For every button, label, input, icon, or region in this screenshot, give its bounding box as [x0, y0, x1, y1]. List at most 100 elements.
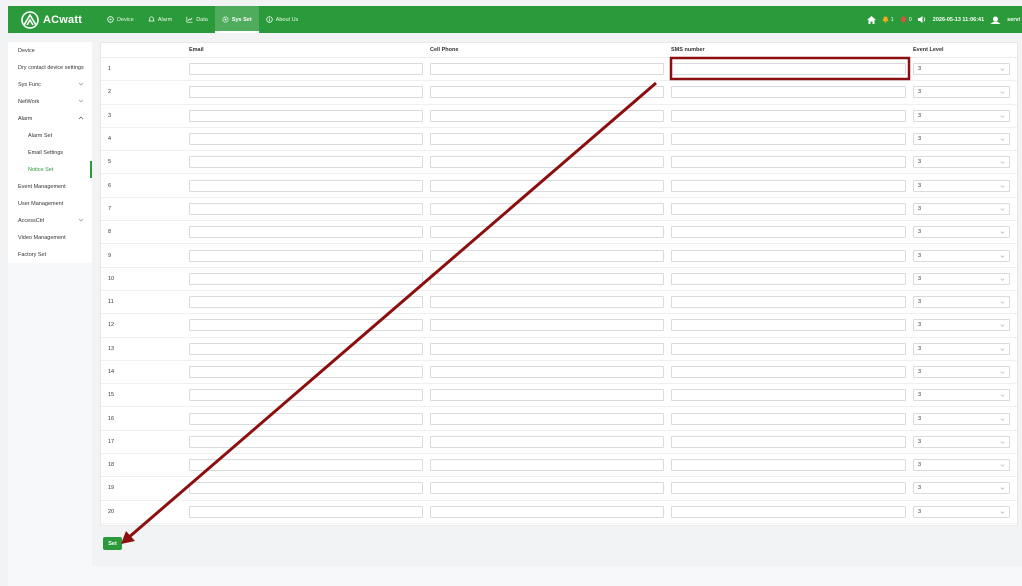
email-input[interactable]: [189, 459, 423, 472]
sms-number-input[interactable]: [671, 156, 906, 169]
sidebar-item-notice-set[interactable]: Notice Set: [8, 161, 92, 178]
cell-phone-input[interactable]: [430, 342, 664, 355]
event-level-select[interactable]: 3: [913, 226, 1010, 239]
event-level-select[interactable]: 3: [913, 459, 1010, 472]
sms-number-input[interactable]: [671, 86, 906, 99]
header-user-name[interactable]: servi: [1007, 17, 1020, 23]
event-level-select[interactable]: 3: [913, 156, 1010, 169]
sms-number-input[interactable]: [671, 366, 906, 378]
cell-phone-input[interactable]: [430, 249, 664, 262]
sms-number-input[interactable]: [671, 202, 906, 215]
cell-phone-input[interactable]: [430, 179, 664, 192]
sms-number-input[interactable]: [671, 342, 906, 355]
email-input[interactable]: [189, 435, 423, 448]
email-input[interactable]: [189, 63, 423, 76]
email-input[interactable]: [189, 342, 423, 355]
sms-number-input[interactable]: [671, 389, 906, 402]
sidebar-item-event-management[interactable]: Event Management: [8, 178, 92, 195]
sms-number-input[interactable]: [671, 296, 906, 309]
nav-data[interactable]: Data: [179, 6, 215, 33]
sidebar-item-alarm-set[interactable]: Alarm Set: [8, 127, 92, 144]
set-button[interactable]: Set: [103, 537, 122, 550]
sidebar-item-network[interactable]: NetWork: [8, 93, 92, 110]
sidebar-item-email-settings[interactable]: Email Settings: [8, 144, 92, 161]
nav-alarm[interactable]: Alarm: [141, 6, 179, 33]
nav-sys-set[interactable]: Sys Set: [214, 6, 259, 33]
email-input[interactable]: [189, 505, 423, 518]
event-level-select[interactable]: 3: [913, 296, 1010, 309]
event-level-select[interactable]: 3: [913, 412, 1010, 425]
sms-number-input[interactable]: [671, 133, 906, 146]
event-level-select[interactable]: 3: [913, 249, 1010, 262]
sidebar-item-device[interactable]: Device: [8, 42, 92, 59]
cell-phone-input[interactable]: [430, 109, 664, 122]
sms-number-input[interactable]: [671, 226, 906, 239]
email-input[interactable]: [189, 109, 423, 122]
email-input[interactable]: [189, 133, 423, 146]
cell-phone-input[interactable]: [430, 156, 664, 169]
home-icon[interactable]: [866, 15, 876, 24]
cell-phone-input[interactable]: [430, 366, 664, 378]
email-input[interactable]: [189, 86, 423, 99]
cell-phone-input[interactable]: [430, 202, 664, 215]
cell-phone-input[interactable]: [430, 133, 664, 146]
sms-number-input[interactable]: [671, 249, 906, 262]
event-level-select[interactable]: 3: [913, 389, 1010, 402]
event-level-select[interactable]: 3: [913, 319, 1010, 332]
user-avatar-icon[interactable]: [990, 16, 1001, 24]
logo[interactable]: ACwatt: [20, 10, 92, 29]
nav-device[interactable]: Device: [100, 6, 141, 33]
email-input[interactable]: [189, 202, 423, 215]
email-input[interactable]: [189, 156, 423, 169]
cell-phone-input[interactable]: [430, 63, 664, 76]
cell-phone-input[interactable]: [430, 272, 664, 285]
event-level-select[interactable]: 3: [913, 86, 1010, 99]
sidebar-item-factory-set[interactable]: Factory Set: [8, 246, 92, 263]
event-level-select[interactable]: 3: [913, 342, 1010, 355]
nav-about-us[interactable]: About Us: [259, 6, 306, 33]
event-level-select[interactable]: 3: [913, 179, 1010, 192]
sms-number-input[interactable]: [671, 109, 906, 122]
email-input[interactable]: [189, 389, 423, 402]
email-input[interactable]: [189, 296, 423, 309]
cell-phone-input[interactable]: [430, 435, 664, 448]
sound-icon[interactable]: [917, 16, 927, 23]
sidebar-item-accessctrl[interactable]: AccessCtrl: [8, 212, 92, 229]
sms-number-input[interactable]: [671, 272, 906, 285]
event-level-select[interactable]: 3: [913, 202, 1010, 215]
sidebar-item-dry-contact-device-settings[interactable]: Dry contact device settings: [8, 59, 92, 76]
email-input[interactable]: [189, 482, 423, 495]
sidebar-item-sys-func[interactable]: Sys Func: [8, 76, 92, 93]
event-level-select[interactable]: 3: [913, 435, 1010, 448]
event-level-select[interactable]: 3: [913, 63, 1010, 76]
sms-number-input[interactable]: [671, 459, 906, 472]
sms-number-input[interactable]: [671, 505, 906, 518]
cell-phone-input[interactable]: [430, 226, 664, 239]
email-input[interactable]: [189, 366, 423, 378]
sidebar-item-video-management[interactable]: Video Management: [8, 229, 92, 246]
email-input[interactable]: [189, 226, 423, 239]
cell-phone-input[interactable]: [430, 505, 664, 518]
email-input[interactable]: [189, 319, 423, 332]
email-input[interactable]: [189, 179, 423, 192]
sms-number-input[interactable]: [671, 482, 906, 495]
sms-number-input[interactable]: [671, 435, 906, 448]
sms-number-input[interactable]: [671, 179, 906, 192]
event-level-select[interactable]: 3: [913, 505, 1010, 518]
sidebar-item-alarm[interactable]: Alarm: [8, 110, 92, 127]
cell-phone-input[interactable]: [430, 389, 664, 402]
email-input[interactable]: [189, 272, 423, 285]
email-input[interactable]: [189, 412, 423, 425]
email-input[interactable]: [189, 249, 423, 262]
cell-phone-input[interactable]: [430, 319, 664, 332]
sms-number-input[interactable]: [671, 412, 906, 425]
event-level-select[interactable]: 3: [913, 109, 1010, 122]
cell-phone-input[interactable]: [430, 296, 664, 309]
cell-phone-input[interactable]: [430, 459, 664, 472]
cell-phone-input[interactable]: [430, 412, 664, 425]
cell-phone-input[interactable]: [430, 86, 664, 99]
event-level-select[interactable]: 3: [913, 482, 1010, 495]
alarm-orange-indicator[interactable]: 0: [900, 16, 912, 23]
sidebar-item-user-management[interactable]: User Management: [8, 195, 92, 212]
sms-number-input[interactable]: [671, 63, 906, 76]
